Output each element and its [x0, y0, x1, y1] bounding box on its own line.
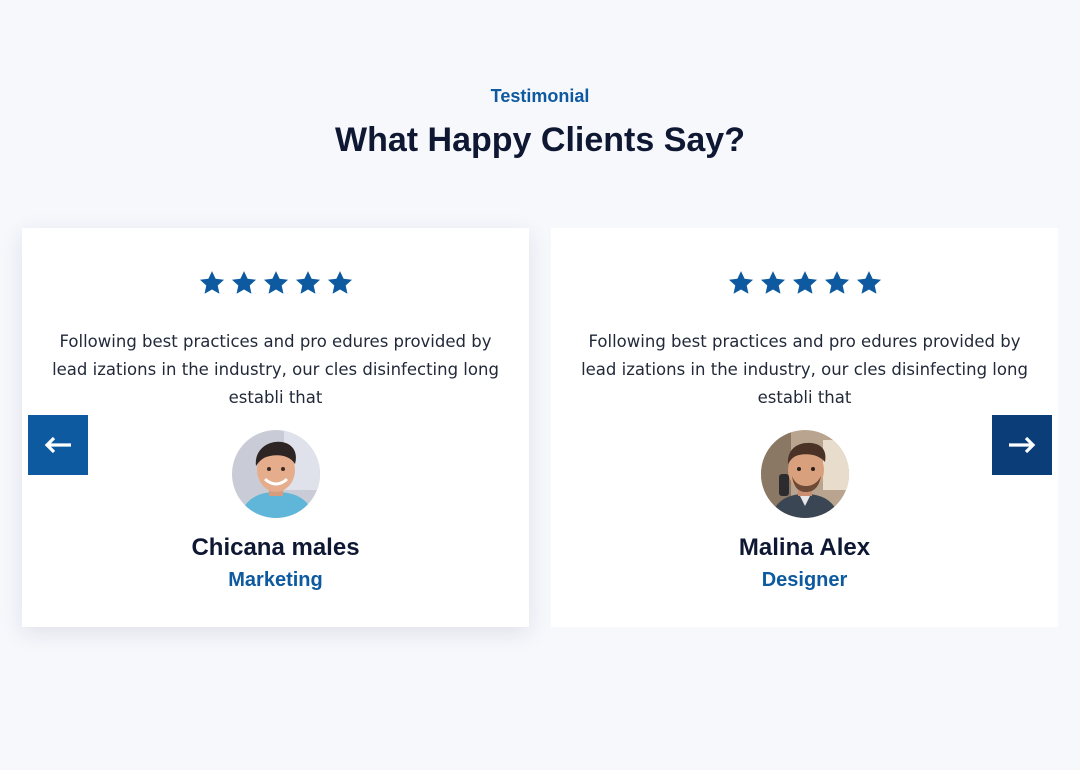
client-role: Marketing [228, 569, 323, 591]
star-icon [326, 269, 354, 297]
arrow-left-icon [44, 436, 72, 454]
star-icon [855, 269, 883, 297]
client-role: Designer [761, 569, 848, 591]
star-icon [198, 269, 226, 297]
section-eyebrow: Testimonial [490, 86, 590, 106]
star-icon [759, 269, 787, 297]
testimonial-card: Following best practices and pro edures … [22, 228, 529, 627]
star-icon [727, 269, 755, 297]
client-name: Malina Alex [738, 534, 871, 561]
star-icon [262, 269, 290, 297]
client-name: Chicana males [191, 534, 360, 561]
testimonial-quote: Following best practices and pro edures … [581, 332, 1028, 407]
star-icon [294, 269, 322, 297]
star-rating [22, 269, 529, 297]
arrow-right-icon [1008, 436, 1036, 454]
star-icon [823, 269, 851, 297]
avatar [231, 430, 320, 518]
section-heading: What Happy Clients Say? [335, 121, 745, 159]
star-rating [551, 269, 1058, 297]
avatar [760, 430, 849, 518]
testimonial-quote: Following best practices and pro edures … [52, 332, 499, 407]
star-icon [791, 269, 819, 297]
next-slide-button[interactable] [992, 415, 1052, 475]
testimonial-card: Following best practices and pro edures … [551, 228, 1058, 627]
previous-slide-button[interactable] [28, 415, 88, 475]
star-icon [230, 269, 258, 297]
